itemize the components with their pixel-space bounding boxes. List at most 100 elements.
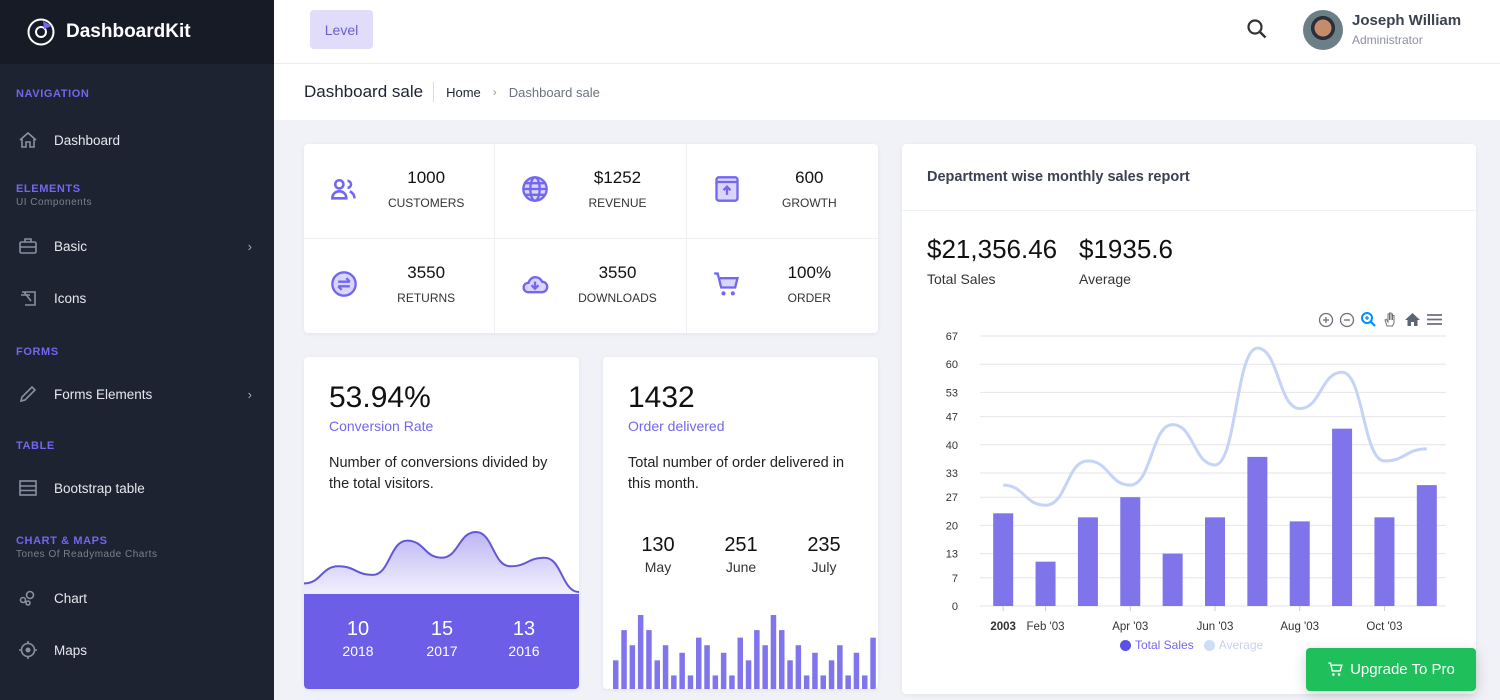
orders-sparkline: [613, 615, 876, 689]
bar-total-sales[interactable]: [1332, 428, 1353, 606]
conversion-description: Number of conversions divided by the tot…: [329, 455, 548, 492]
stat-label: REVENUE: [588, 196, 647, 210]
bar-total-sales[interactable]: [1374, 517, 1395, 606]
bar-total-sales[interactable]: [1120, 497, 1141, 606]
x-tick-label: Aug '03: [1280, 621, 1319, 633]
nav-section-caption: ELEMENTS UI Components: [0, 183, 92, 208]
sidebar-item-maps[interactable]: Maps: [0, 624, 274, 676]
bar-total-sales[interactable]: [1205, 517, 1225, 606]
sidebar-item-chart[interactable]: Chart: [0, 572, 274, 624]
breadcrumb-current: Dashboard sale: [508, 84, 600, 100]
search-icon[interactable]: [1246, 18, 1268, 40]
chevron-right-icon: ›: [247, 386, 252, 402]
average-value: $1935.6: [1079, 234, 1173, 264]
conversion-card: 53.94% Conversion Rate Number of convers…: [304, 357, 579, 689]
bar-total-sales[interactable]: [1162, 553, 1183, 606]
bar-total-sales[interactable]: [1289, 521, 1310, 606]
sidebar: DashboardKit NAVIGATION Dashboard ELEMENTS…: [0, 0, 274, 700]
bar-total-sales[interactable]: [1247, 456, 1268, 606]
orders-month: 235 July: [789, 534, 859, 575]
sparkline-bar: [795, 645, 802, 689]
conversion-stat: 13 2016: [484, 618, 564, 659]
sidebar-item-label: Chart: [54, 590, 88, 606]
sparkline-bar: [803, 675, 810, 689]
stat-downloads: 3550 DOWNLOADS: [495, 238, 687, 333]
sparkline-bar: [737, 637, 743, 689]
report-title: Department wise monthly sales report: [927, 169, 1190, 185]
y-tick-label: 47: [946, 412, 958, 424]
stat-value: 100%: [787, 262, 832, 282]
x-tick-label: Feb '03: [1027, 621, 1065, 633]
divider: [902, 210, 1476, 211]
sidebar-item-label: Bootstrap table: [54, 480, 145, 496]
bar-total-sales[interactable]: [1077, 517, 1098, 606]
sales-chart: 0 7 13 20 27 33 40 47 53 60 67 2003 Feb '03 Apr '03 Ju…: [946, 331, 1446, 633]
x-tick-label: 2003: [990, 621, 1016, 633]
sparkline-bar: [679, 652, 685, 689]
sidebar-item-label: Dashboard: [54, 132, 121, 148]
nav-caption: FORMS: [16, 346, 59, 358]
upgrade-label: Upgrade To Pro: [1350, 661, 1455, 678]
sales-report-card: Department wise monthly sales report $21…: [902, 144, 1476, 694]
stat-label: DOWNLOADS: [578, 290, 657, 305]
sparkline-bar: [696, 637, 702, 689]
y-tick-label: 27: [946, 492, 958, 504]
y-tick-label: 20: [946, 520, 958, 532]
chart-bubbles-icon: [18, 588, 38, 608]
sidebar-item-icons[interactable]: Icons: [0, 272, 274, 324]
sparkline-bar: [845, 675, 851, 689]
brand-logo[interactable]: DashboardKit: [0, 0, 274, 64]
orders-month-value: 130: [641, 534, 675, 556]
orders-value: 1432: [628, 381, 695, 414]
sparkline-bar: [621, 630, 627, 689]
bar-total-sales[interactable]: [1416, 485, 1437, 606]
stat-value: 3550: [407, 262, 446, 282]
sparkline-bar: [613, 660, 619, 689]
orders-month: 251 June: [706, 534, 776, 575]
sparkline-bar: [654, 660, 660, 689]
nav-section-caption: FORMS: [0, 346, 59, 358]
legend-label: Total Sales: [1135, 638, 1194, 652]
upgrade-to-pro-button[interactable]: Upgrade To Pro: [1306, 648, 1476, 691]
x-tick-label: Oct '03: [1366, 621, 1402, 633]
sidebar-item-basic[interactable]: Basic ›: [0, 220, 274, 272]
sparkline-area: [304, 532, 579, 594]
total-sales-value: $21,356.46: [927, 234, 1058, 264]
conversion-stat-value: 13: [512, 618, 536, 640]
sidebar-item-dashboard[interactable]: Dashboard: [0, 114, 274, 166]
level-button[interactable]: Level: [310, 10, 373, 49]
conversion-stat-value: 10: [346, 618, 370, 640]
sparkline-bar: [870, 637, 876, 689]
orders-month-label: June: [725, 559, 757, 575]
sparkline-bar: [629, 645, 636, 689]
y-tick-label: 60: [946, 359, 958, 371]
y-tick-label: 7: [952, 573, 958, 585]
sparkline-bar: [853, 652, 860, 689]
orders-label: Order delivered: [628, 418, 725, 434]
bar-total-sales[interactable]: [993, 513, 1014, 606]
user-name[interactable]: Joseph William: [1352, 12, 1461, 29]
avatar[interactable]: [1303, 10, 1343, 50]
sidebar-item-forms-elements[interactable]: Forms Elements ›: [0, 368, 274, 420]
sparkline-bar: [862, 675, 868, 689]
breadcrumb-home[interactable]: Home: [446, 85, 481, 100]
nav-caption: TABLE: [16, 440, 55, 452]
stat-order: 100% ORDER: [687, 239, 878, 334]
sparkline-bar: [637, 615, 644, 689]
briefcase-icon: [18, 236, 38, 256]
legend-item-average[interactable]: Average: [1203, 638, 1263, 652]
orders-description: Total number of order delivered in this …: [628, 455, 845, 492]
sparkline-bar: [704, 645, 710, 689]
orders-card: 1432 Order delivered Total number of ord…: [603, 357, 878, 689]
page-title: Dashboard sale: [304, 82, 435, 102]
stat-value: 3550: [598, 262, 637, 282]
breadcrumb-chevron-icon: ›: [492, 85, 497, 99]
pencil-icon: [18, 384, 38, 404]
sidebar-item-bootstrap-table[interactable]: Bootstrap table: [0, 462, 274, 514]
sparkline-bar: [671, 675, 677, 689]
bar-total-sales[interactable]: [1035, 561, 1056, 606]
legend-item-total-sales[interactable]: Total Sales: [1120, 638, 1194, 652]
chevron-right-icon: ›: [247, 238, 252, 254]
sparkline-bar: [820, 675, 826, 689]
target-icon: [18, 640, 38, 660]
